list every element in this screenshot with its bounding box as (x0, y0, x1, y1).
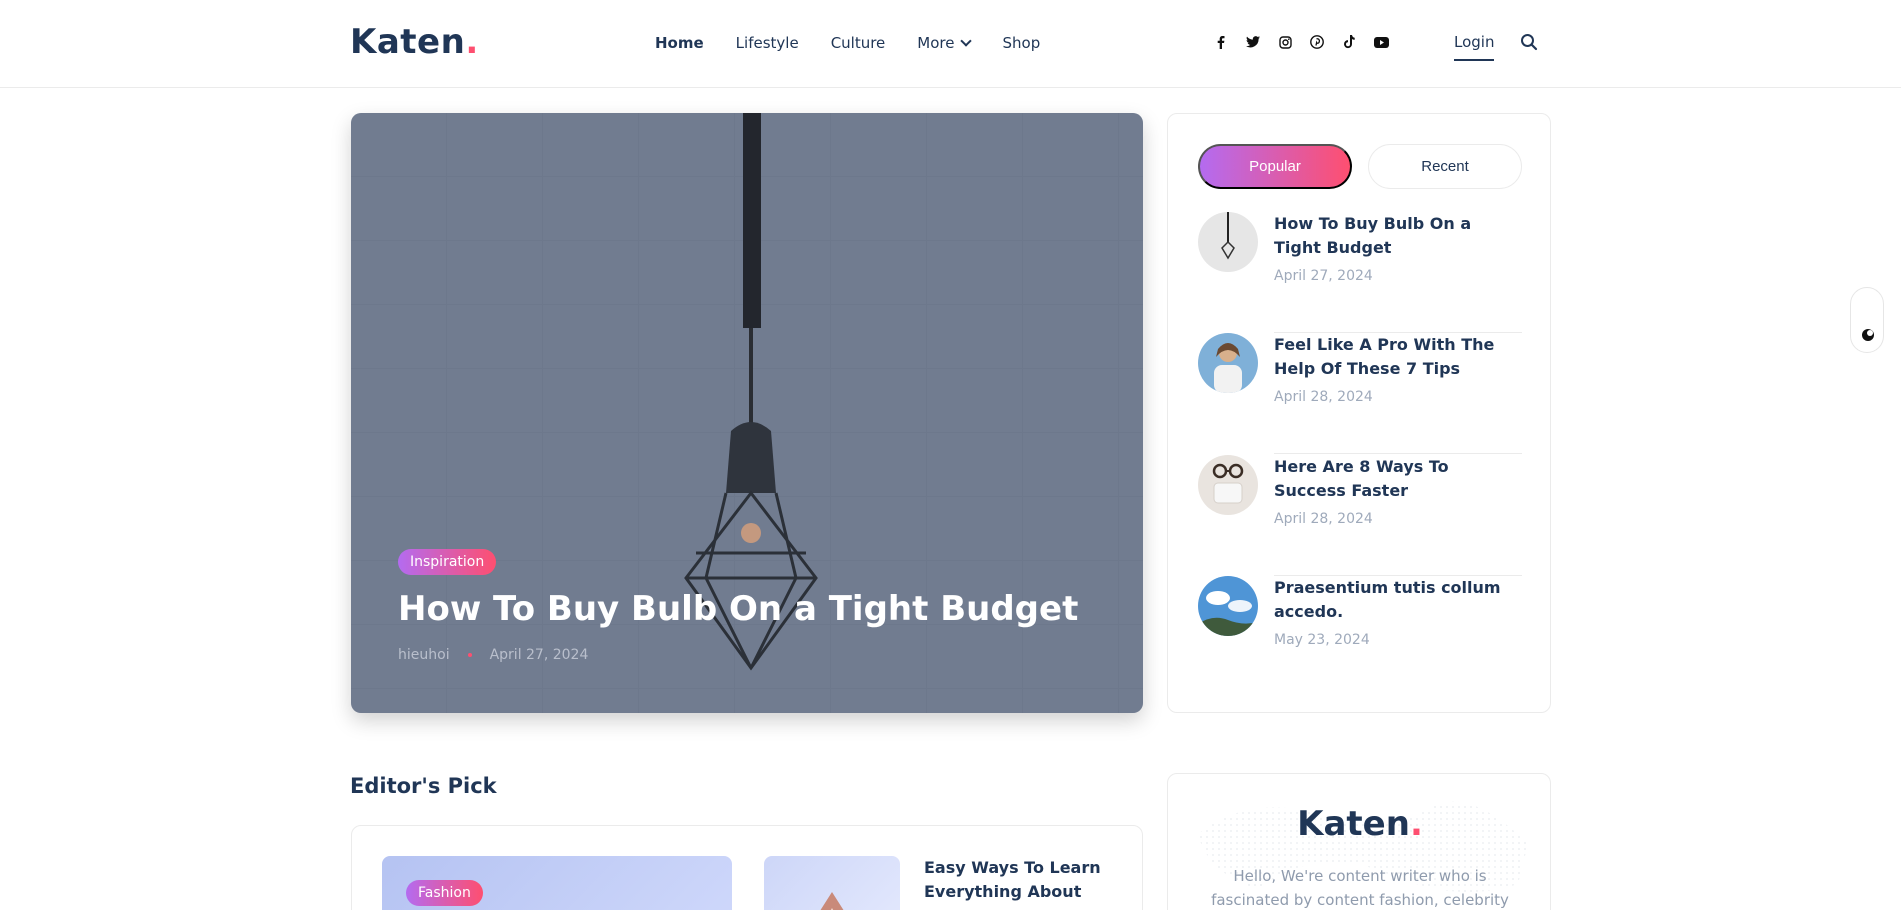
meta-separator-dot (467, 653, 472, 657)
nav-shop[interactable]: Shop (1002, 34, 1040, 52)
site-logo[interactable]: Katen. (350, 22, 479, 62)
nav-home[interactable]: Home (655, 34, 704, 52)
featured-title[interactable]: How To Buy Bulb On a Tight Budget (398, 589, 1078, 629)
editors-pick-heading: Editor's Pick (350, 774, 497, 798)
about-logo-text: Katen (1297, 804, 1410, 844)
post-thumbnail[interactable] (1198, 212, 1258, 272)
post-title[interactable]: Feel Like A Pro With The Help Of These 7… (1274, 333, 1522, 381)
facebook-icon[interactable] (1212, 33, 1230, 51)
post-date: May 23, 2024 (1274, 632, 1370, 648)
post-thumbnail[interactable] (1198, 576, 1258, 636)
nav-more[interactable]: More (917, 34, 973, 52)
tab-recent[interactable]: Recent (1368, 144, 1522, 189)
twitter-icon[interactable] (1244, 33, 1262, 51)
about-widget: Katen. Hello, We're content writer who i… (1167, 773, 1551, 910)
nav-lifestyle[interactable]: Lifestyle (736, 34, 799, 52)
half-moon-icon (1862, 329, 1874, 341)
youtube-icon[interactable] (1372, 33, 1390, 51)
pick-post-thumbnail[interactable] (764, 856, 900, 910)
nav-culture[interactable]: Culture (831, 34, 886, 52)
logo-text: Katen (350, 22, 466, 62)
instagram-icon[interactable] (1276, 33, 1294, 51)
featured-meta: hieuhoi April 27, 2024 (398, 647, 588, 663)
featured-date: April 27, 2024 (489, 647, 589, 663)
site-header: Katen. Home Lifestyle Culture More Shop (0, 0, 1901, 88)
post-thumbnail[interactable] (1198, 333, 1258, 393)
about-description: Hello, We're content writer who is fasci… (1211, 867, 1509, 909)
main-nav: Home Lifestyle Culture More Shop (655, 34, 1072, 52)
widget-tabs: Popular Recent (1198, 144, 1522, 189)
pick-post-title[interactable]: Easy Ways To Learn Everything About (924, 856, 1124, 904)
list-item: How To Buy Bulb On a Tight Budget April … (1198, 212, 1522, 333)
logo-dot: . (465, 22, 479, 62)
list-item: Feel Like A Pro With The Help Of These 7… (1198, 333, 1522, 454)
post-thumbnail[interactable] (1198, 455, 1258, 515)
post-title[interactable]: How To Buy Bulb On a Tight Budget (1274, 212, 1522, 260)
chevron-down-icon (960, 35, 973, 47)
about-logo: Katen. (1168, 804, 1550, 844)
popular-recent-widget: Popular Recent How To Buy Bulb On a Tigh… (1167, 113, 1551, 713)
post-title[interactable]: Praesentium tutis collum accedo. (1274, 576, 1522, 624)
featured-author[interactable]: hieuhoi (398, 647, 450, 663)
tiktok-icon[interactable] (1340, 33, 1358, 51)
list-item: Here Are 8 Ways To Success Faster April … (1198, 455, 1522, 576)
theme-toggle[interactable] (1850, 287, 1884, 353)
featured-category-badge[interactable]: Inspiration (398, 549, 497, 575)
search-icon[interactable] (1520, 33, 1540, 53)
nav-more-label: More (917, 34, 955, 52)
about-logo-dot: . (1409, 804, 1423, 844)
pick-category-badge[interactable]: Fashion (406, 880, 483, 906)
tab-popular[interactable]: Popular (1198, 144, 1352, 189)
post-date: April 27, 2024 (1274, 268, 1373, 284)
post-date: April 28, 2024 (1274, 511, 1373, 527)
social-links (1212, 33, 1390, 51)
post-date: April 28, 2024 (1274, 389, 1373, 405)
login-link[interactable]: Login (1454, 33, 1495, 61)
divider (1274, 453, 1522, 454)
list-item: Praesentium tutis collum accedo. May 23,… (1198, 576, 1522, 697)
pick-post-image[interactable]: Fashion (382, 856, 732, 910)
post-title[interactable]: Here Are 8 Ways To Success Faster (1274, 455, 1522, 503)
pinterest-icon[interactable] (1308, 33, 1326, 51)
featured-post[interactable]: Inspiration How To Buy Bulb On a Tight B… (351, 113, 1143, 713)
editors-pick-card: Fashion Easy Ways To Learn Everything Ab… (351, 825, 1143, 910)
